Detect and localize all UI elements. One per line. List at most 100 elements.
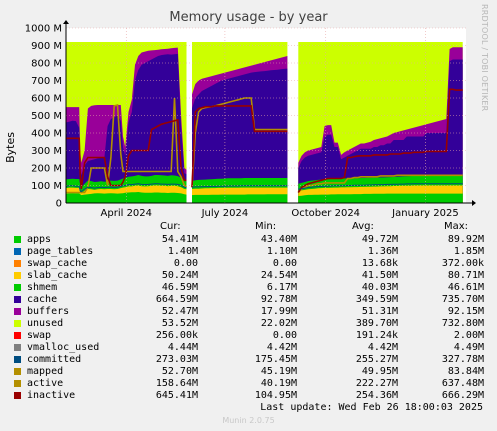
y-tick-label: 800 M xyxy=(31,59,62,70)
legend-row-swap-cache: swap_cache 0.00 0.00 13.68k 372.00k xyxy=(0,258,497,270)
legend-value-cur: 645.41M xyxy=(155,390,198,401)
legend-value-min: 0.00 xyxy=(272,258,297,269)
legend-value-min: 92.78M xyxy=(260,294,297,305)
legend-header-avg: Avg: xyxy=(352,221,374,232)
legend-label: unused xyxy=(27,318,64,329)
legend-value-min: 104.95M xyxy=(254,390,297,401)
legend-value-max: 1.85M xyxy=(453,246,484,257)
legend-value-min: 45.19M xyxy=(260,366,297,377)
legend-row-active: active 158.64M 40.19M 222.27M 637.48M xyxy=(0,378,497,390)
legend-value-max: 372.00k xyxy=(441,258,484,269)
legend-value-cur: 158.64M xyxy=(155,378,198,389)
legend-row-committed: committed 273.03M 175.45M 255.27M 327.78M xyxy=(0,354,497,366)
legend-value-avg: 222.27M xyxy=(355,378,398,389)
legend-swatch xyxy=(14,320,21,327)
legend-row-buffers: buffers 52.47M 17.99M 51.31M 92.15M xyxy=(0,306,497,318)
legend-row-swap: swap 256.00k 0.00 191.24k 2.00M xyxy=(0,330,497,342)
legend-value-cur: 0.00 xyxy=(173,258,198,269)
legend-value-cur: 46.59M xyxy=(161,282,198,293)
legend-value-max: 732.80M xyxy=(441,318,484,329)
y-axis-arrow xyxy=(63,20,69,24)
legend-swatch xyxy=(14,332,21,339)
legend-value-cur: 53.52M xyxy=(161,318,198,329)
legend-value-avg: 13.68k xyxy=(361,258,398,269)
legend-value-max: 735.70M xyxy=(441,294,484,305)
legend-value-avg: 255.27M xyxy=(355,354,398,365)
legend-row-vmalloc-used: vmalloc_used 4.44M 4.42M 4.42M 4.49M xyxy=(0,342,497,354)
x-tick-label: October 2024 xyxy=(291,208,360,219)
legend-value-avg: 4.42M xyxy=(367,342,398,353)
y-tick-label: 200 M xyxy=(31,164,62,175)
legend-value-avg: 40.03M xyxy=(361,282,398,293)
legend-swatch xyxy=(14,392,21,399)
legend-label: committed xyxy=(27,354,82,365)
legend-value-max: 4.49M xyxy=(453,342,484,353)
legend-value-min: 24.54M xyxy=(260,270,297,281)
legend-label: inactive xyxy=(27,390,76,401)
legend-label: buffers xyxy=(27,306,70,317)
legend-value-min: 6.17M xyxy=(266,282,297,293)
y-tick-label: 500 M xyxy=(31,111,62,122)
legend-value-avg: 191.24k xyxy=(355,330,398,341)
legend-value-cur: 256.00k xyxy=(155,330,198,341)
legend-row-slab-cache: slab_cache 50.24M 24.54M 41.50M 80.71M xyxy=(0,270,497,282)
legend-swatch xyxy=(14,272,21,279)
legend-value-max: 327.78M xyxy=(441,354,484,365)
legend-value-max: 92.15M xyxy=(447,306,484,317)
legend-label: shmem xyxy=(27,282,58,293)
legend-value-min: 43.40M xyxy=(260,234,297,245)
legend-value-min: 0.00 xyxy=(272,330,297,341)
legend-label: swap_cache xyxy=(27,258,88,269)
legend-swatch xyxy=(14,236,21,243)
legend-value-cur: 4.44M xyxy=(167,342,198,353)
area-apps-seg2 xyxy=(298,193,463,203)
legend-value-avg: 49.72M xyxy=(361,234,398,245)
legend-swatch xyxy=(14,308,21,315)
legend-value-cur: 664.59M xyxy=(155,294,198,305)
legend-swatch xyxy=(14,284,21,291)
y-tick-label: 600 M xyxy=(31,94,62,105)
x-tick-label: April 2024 xyxy=(101,208,152,219)
legend-swatch xyxy=(14,344,21,351)
legend-value-cur: 52.70M xyxy=(161,366,198,377)
legend-value-avg: 349.59M xyxy=(355,294,398,305)
y-tick-label: 0 xyxy=(56,199,62,210)
y-tick-label: 100 M xyxy=(31,181,62,192)
x-axis-arrow xyxy=(472,200,476,206)
legend-value-max: 83.84M xyxy=(447,366,484,377)
legend-label: mapped xyxy=(27,366,64,377)
y-tick-label: 400 M xyxy=(31,129,62,140)
last-update: Last update: Wed Feb 26 18:00:03 2025 xyxy=(260,402,483,413)
legend-value-cur: 50.24M xyxy=(161,270,198,281)
legend-swatch xyxy=(14,356,21,363)
legend-header-max: Max: xyxy=(444,221,469,232)
legend-label: active xyxy=(27,378,64,389)
legend-value-min: 17.99M xyxy=(260,306,297,317)
area-apps-seg1 xyxy=(192,194,288,203)
legend-value-min: 40.19M xyxy=(260,378,297,389)
legend-swatch xyxy=(14,380,21,387)
legend-value-avg: 49.95M xyxy=(361,366,398,377)
legend-label: cache xyxy=(27,294,58,305)
legend-row-unused: unused 53.52M 22.02M 389.70M 732.80M xyxy=(0,318,497,330)
legend-value-min: 22.02M xyxy=(260,318,297,329)
legend-value-avg: 51.31M xyxy=(361,306,398,317)
legend-row-cache: cache 664.59M 92.78M 349.59M 735.70M xyxy=(0,294,497,306)
legend-row-apps: apps 54.41M 43.40M 49.72M 89.92M xyxy=(0,234,497,246)
legend-row-mapped: mapped 52.70M 45.19M 49.95M 83.84M xyxy=(0,366,497,378)
legend-label: page_tables xyxy=(27,246,94,257)
legend-value-min: 1.10M xyxy=(266,246,297,257)
legend-label: apps xyxy=(27,234,52,245)
legend-row-inactive: inactive 645.41M 104.95M 254.36M 666.29M xyxy=(0,390,497,402)
y-tick-label: 1000 M xyxy=(25,24,62,35)
legend-label: swap xyxy=(27,330,52,341)
legend-label: slab_cache xyxy=(27,270,88,281)
legend-value-cur: 1.40M xyxy=(167,246,198,257)
legend-header-cur: Cur: xyxy=(160,221,181,232)
legend-value-avg: 254.36M xyxy=(355,390,398,401)
legend-value-min: 4.42M xyxy=(266,342,297,353)
legend-value-min: 175.45M xyxy=(254,354,297,365)
legend-value-cur: 273.03M xyxy=(155,354,198,365)
x-tick-label: July 2024 xyxy=(201,208,249,219)
legend-label: vmalloc_used xyxy=(27,342,100,353)
